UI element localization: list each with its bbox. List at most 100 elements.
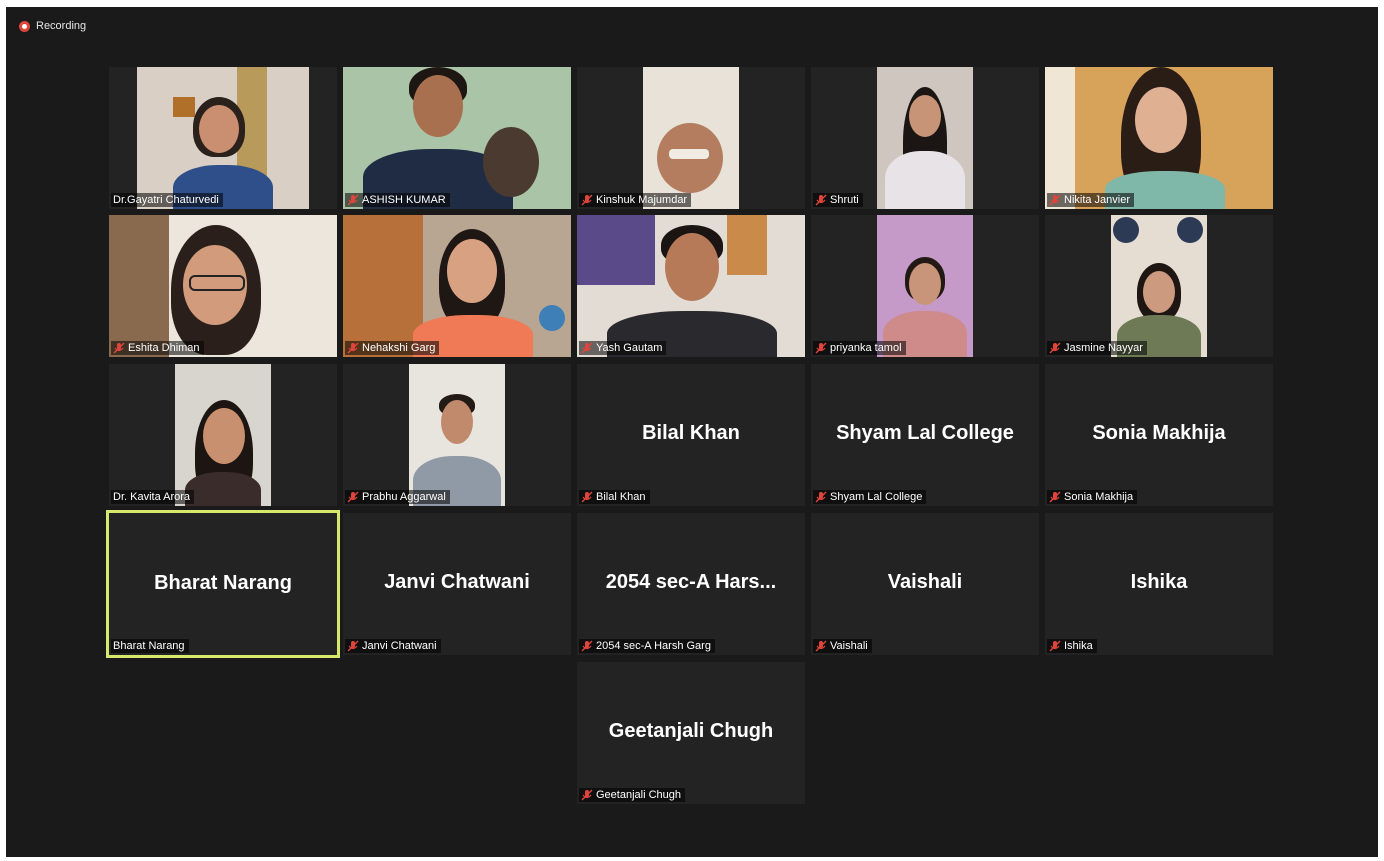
participant-name: priyanka tamol bbox=[830, 342, 902, 354]
video-feed bbox=[1045, 67, 1273, 209]
microphone-muted-icon bbox=[347, 342, 359, 354]
video-feed bbox=[877, 215, 973, 357]
participant-tile[interactable]: Dr. Kavita Arora bbox=[109, 364, 337, 506]
participant-center-name: Vaishali bbox=[887, 571, 963, 593]
microphone-muted-icon bbox=[347, 640, 359, 652]
participant-name: Kinshuk Majumdar bbox=[596, 194, 688, 206]
participant-center-name: Janvi Chatwani bbox=[384, 571, 530, 593]
participant-name-label: priyanka tamol bbox=[813, 341, 906, 355]
video-feed bbox=[577, 215, 805, 357]
video-feed bbox=[109, 215, 337, 357]
participant-tile[interactable]: Ishika Ishika bbox=[1045, 513, 1273, 655]
microphone-muted-icon bbox=[815, 194, 827, 206]
participant-tile[interactable]: Bilal Khan Bilal Khan bbox=[577, 364, 805, 506]
microphone-muted-icon bbox=[113, 342, 125, 354]
participant-name: Shyam Lal College bbox=[830, 491, 923, 503]
meeting-window: Recording Dr.Gayatri Chaturvedi ASHISH K… bbox=[6, 7, 1378, 857]
video-feed bbox=[1111, 215, 1207, 357]
participant-tile[interactable]: 2054 sec-A Hars... 2054 sec-A Harsh Garg bbox=[577, 513, 805, 655]
video-feed bbox=[877, 67, 973, 209]
microphone-muted-icon bbox=[347, 491, 359, 503]
video-feed bbox=[175, 364, 271, 506]
participant-tile[interactable]: Nikita Janvier bbox=[1045, 67, 1273, 209]
video-feed bbox=[137, 67, 309, 209]
video-feed bbox=[343, 67, 571, 209]
participant-center-name: Shyam Lal College bbox=[836, 422, 1014, 444]
participant-tile[interactable]: Shruti bbox=[811, 67, 1039, 209]
participant-tile[interactable]: Nehakshi Garg bbox=[343, 215, 571, 357]
microphone-muted-icon bbox=[581, 342, 593, 354]
participant-tile[interactable]: Eshita Dhiman bbox=[109, 215, 337, 357]
participant-tile[interactable]: Vaishali Vaishali bbox=[811, 513, 1039, 655]
microphone-muted-icon bbox=[1049, 491, 1061, 503]
participant-name: Eshita Dhiman bbox=[128, 342, 200, 354]
participant-center-name: Sonia Makhija bbox=[1092, 422, 1226, 444]
microphone-muted-icon bbox=[581, 640, 593, 652]
microphone-muted-icon bbox=[581, 491, 593, 503]
participant-name-label: 2054 sec-A Harsh Garg bbox=[579, 639, 715, 653]
participant-name: Nehakshi Garg bbox=[362, 342, 436, 354]
recording-dot-icon bbox=[19, 20, 30, 32]
microphone-muted-icon bbox=[815, 342, 827, 354]
microphone-muted-icon bbox=[815, 491, 827, 503]
participant-center-name: 2054 sec-A Hars... bbox=[605, 571, 777, 593]
participant-name: Bilal Khan bbox=[596, 491, 646, 503]
participant-name-label: Shyam Lal College bbox=[813, 490, 927, 504]
participant-name-label: Jasmine Nayyar bbox=[1047, 341, 1147, 355]
microphone-muted-icon bbox=[581, 194, 593, 206]
microphone-muted-icon bbox=[347, 194, 359, 206]
microphone-muted-icon bbox=[1049, 342, 1061, 354]
participant-tile[interactable]: Dr.Gayatri Chaturvedi bbox=[109, 67, 337, 209]
microphone-muted-icon bbox=[815, 640, 827, 652]
participant-name: Dr.Gayatri Chaturvedi bbox=[113, 194, 219, 206]
participant-center-name: Ishika bbox=[1130, 571, 1188, 593]
participant-tile[interactable]: Prabhu Aggarwal bbox=[343, 364, 571, 506]
participant-name-label: Nikita Janvier bbox=[1047, 193, 1135, 207]
participant-tile[interactable]: ASHISH KUMAR bbox=[343, 67, 571, 209]
participant-name: Dr. Kavita Arora bbox=[113, 491, 191, 503]
participant-tile[interactable]: Jasmine Nayyar bbox=[1045, 215, 1273, 357]
participant-tile[interactable]: Yash Gautam bbox=[577, 215, 805, 357]
participant-tile[interactable]: Shyam Lal College Shyam Lal College bbox=[811, 364, 1039, 506]
participant-center-name: Geetanjali Chugh bbox=[608, 720, 774, 742]
microphone-muted-icon bbox=[581, 789, 593, 801]
video-feed bbox=[343, 215, 571, 357]
participant-name-label: Janvi Chatwani bbox=[345, 639, 441, 653]
participant-name: Shruti bbox=[830, 194, 859, 206]
microphone-muted-icon bbox=[1049, 194, 1061, 206]
participant-tile-active-speaker[interactable]: Bharat Narang Bharat Narang bbox=[106, 510, 340, 658]
participant-name: Prabhu Aggarwal bbox=[362, 491, 446, 503]
participant-tile[interactable]: Geetanjali Chugh Geetanjali Chugh bbox=[577, 662, 805, 804]
participant-name-label: Bharat Narang bbox=[111, 639, 189, 653]
participant-name: Sonia Makhija bbox=[1064, 491, 1134, 503]
participant-name-label: Eshita Dhiman bbox=[111, 341, 204, 355]
recording-label: Recording bbox=[36, 20, 87, 32]
participant-name-label: ASHISH KUMAR bbox=[345, 193, 450, 207]
participant-name-label: Bilal Khan bbox=[579, 490, 650, 504]
participant-center-name: Bharat Narang bbox=[154, 572, 292, 594]
video-feed bbox=[643, 67, 739, 209]
participant-name: Jasmine Nayyar bbox=[1064, 342, 1143, 354]
recording-indicator[interactable]: Recording bbox=[19, 20, 86, 32]
microphone-muted-icon bbox=[1049, 640, 1061, 652]
participant-tile[interactable]: priyanka tamol bbox=[811, 215, 1039, 357]
participant-name: Nikita Janvier bbox=[1064, 194, 1131, 206]
participant-name-label: Dr.Gayatri Chaturvedi bbox=[111, 193, 223, 207]
participant-name-label: Vaishali bbox=[813, 639, 872, 653]
participant-center-name: Bilal Khan bbox=[642, 422, 740, 444]
participant-name-label: Nehakshi Garg bbox=[345, 341, 440, 355]
participant-name-label: Prabhu Aggarwal bbox=[345, 490, 450, 504]
participant-name-label: Kinshuk Majumdar bbox=[579, 193, 692, 207]
participant-name: Geetanjali Chugh bbox=[596, 789, 682, 801]
participant-tile[interactable]: Janvi Chatwani Janvi Chatwani bbox=[343, 513, 571, 655]
video-feed bbox=[409, 364, 505, 506]
participant-name: Bharat Narang bbox=[113, 640, 185, 652]
participant-name: Yash Gautam bbox=[596, 342, 663, 354]
participant-tile[interactable]: Kinshuk Majumdar bbox=[577, 67, 805, 209]
participant-name: Vaishali bbox=[830, 640, 868, 652]
participant-name-label: Dr. Kavita Arora bbox=[111, 490, 195, 504]
participant-name-label: Ishika bbox=[1047, 639, 1097, 653]
participant-tile[interactable]: Sonia Makhija Sonia Makhija bbox=[1045, 364, 1273, 506]
participant-name-label: Geetanjali Chugh bbox=[579, 788, 686, 802]
participant-name-label: Sonia Makhija bbox=[1047, 490, 1138, 504]
